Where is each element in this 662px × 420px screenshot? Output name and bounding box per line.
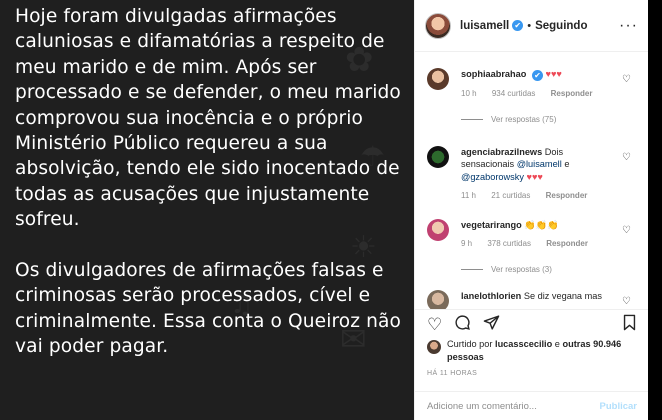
clap-emoji: 👏👏👏 — [524, 219, 559, 230]
comment-meta: 9 h 378 curtidas Responder — [461, 238, 615, 251]
comment-likes[interactable]: 378 curtidas — [487, 239, 531, 248]
mention-link[interactable]: @luisamell — [517, 159, 562, 169]
share-icon[interactable] — [483, 314, 500, 336]
comment-like-heart-icon[interactable]: ♡ — [622, 152, 631, 163]
more-dots-icon[interactable]: ··· — [619, 17, 638, 35]
verified-badge-icon: ✔ — [531, 70, 543, 81]
post-side-panel: luisamell ✔ • Seguindo ··· sophiaabrahao… — [414, 0, 649, 420]
comment-meta: 11 h 21 curtidas Responder — [461, 190, 615, 203]
comment-body: agenciabrazilnews Dois sensacionais @lui… — [461, 146, 615, 203]
story-caption-text: Hoje foram divulgadas afirmações calunio… — [15, 4, 405, 385]
liked-by-prefix: Curtido por — [447, 339, 493, 349]
avatar[interactable] — [427, 340, 441, 354]
post-header: luisamell ✔ • Seguindo ··· — [415, 0, 648, 52]
comment-input[interactable] — [427, 400, 600, 412]
comment-body: vegetarirango 👏👏👏 9 h 378 curtidas Respo… — [461, 219, 615, 251]
view-replies-button[interactable]: Ver respostas (75) — [461, 115, 637, 124]
heart-emoji: ♥♥♥ — [545, 69, 562, 79]
replies-line — [461, 118, 483, 120]
replies-line — [461, 268, 483, 270]
comment-item: lanelothlorien Se diz vegana mas ♡ — [415, 289, 649, 309]
mention-link[interactable]: @gzaborowsky — [461, 172, 524, 182]
reply-button[interactable]: Responder — [551, 89, 593, 98]
publish-button[interactable]: Publicar — [600, 401, 638, 412]
heart-emoji: ♥♥♥ — [526, 171, 543, 182]
verified-badge-icon: ✔ — [512, 20, 524, 31]
avatar[interactable] — [427, 68, 449, 90]
view-replies-label: Ver respostas (75) — [491, 114, 557, 124]
comment-like-heart-icon[interactable]: ♡ — [622, 225, 631, 236]
following-button[interactable]: Seguindo — [535, 20, 587, 32]
comment-body: sophiaabrahao ✔ ♥♥♥ 10 h 934 curtidas Re… — [461, 68, 615, 101]
liked-by-middle: e — [554, 339, 560, 349]
reply-button[interactable]: Responder — [546, 191, 588, 200]
view-replies-label: Ver respostas (3) — [491, 264, 552, 274]
add-comment-bar: Publicar — [415, 391, 649, 420]
avatar[interactable] — [425, 12, 451, 39]
story-image: ✿ ☂ ☀ ✉ ♫ Hoje foram divulgadas afirmaçõ… — [0, 0, 414, 420]
comment-text: e — [564, 159, 570, 169]
separator-dot: • — [527, 19, 532, 32]
avatar[interactable] — [427, 289, 449, 309]
avatar[interactable] — [427, 218, 449, 241]
post-timestamp: HÁ 11 HORAS — [427, 370, 478, 377]
comment-item: agenciabrazilnews Dois sensacionais @lui… — [415, 145, 649, 203]
comment-text: Se diz vegana mas — [523, 290, 602, 301]
avatar[interactable] — [427, 145, 449, 168]
reply-button[interactable]: Responder — [546, 239, 588, 248]
comment-icon[interactable] — [454, 314, 471, 336]
story-paragraph: Os divulgadores de afirmações falsas e c… — [15, 260, 401, 358]
post-actions-bar: ♡ — [415, 309, 649, 339]
comment-likes[interactable]: 21 curtidas — [491, 191, 530, 200]
comment-like-heart-icon[interactable]: ♡ — [622, 296, 631, 307]
bookmark-icon[interactable] — [622, 314, 637, 336]
story-paragraph: Hoje foram divulgadas afirmações calunio… — [15, 6, 401, 231]
comment-username[interactable]: agenciabrazilnews — [461, 147, 542, 157]
liked-by-user-link[interactable]: lucasscecilio — [495, 339, 552, 349]
window-edge — [648, 0, 662, 420]
comment-username[interactable]: lanelothlorien — [461, 291, 521, 301]
heart-outline-icon[interactable]: ♡ — [427, 315, 442, 335]
comment-likes[interactable]: 934 curtidas — [492, 89, 536, 98]
comment-time: 10 h — [461, 89, 477, 98]
comment-item: sophiaabrahao ✔ ♥♥♥ 10 h 934 curtidas Re… — [415, 68, 649, 124]
comment-username[interactable]: sophiaabrahao — [461, 69, 526, 79]
comment-username[interactable]: vegetarirango — [461, 220, 522, 230]
view-replies-button[interactable]: Ver respostas (3) — [461, 265, 637, 274]
comments-list: sophiaabrahao ✔ ♥♥♥ 10 h 934 curtidas Re… — [415, 53, 649, 309]
comment-meta: 10 h 934 curtidas Responder — [461, 88, 615, 101]
comment-time: 9 h — [461, 239, 473, 248]
comment-time: 11 h — [461, 191, 476, 200]
comment-item: vegetarirango 👏👏👏 9 h 378 curtidas Respo… — [415, 218, 649, 274]
post-author-username[interactable]: luisamell — [460, 20, 509, 32]
comment-body: lanelothlorien Se diz vegana mas — [461, 290, 615, 303]
comment-like-heart-icon[interactable]: ♡ — [622, 74, 631, 85]
liked-by-summary: Curtido por lucasscecilio e outras 90.94… — [427, 338, 642, 363]
